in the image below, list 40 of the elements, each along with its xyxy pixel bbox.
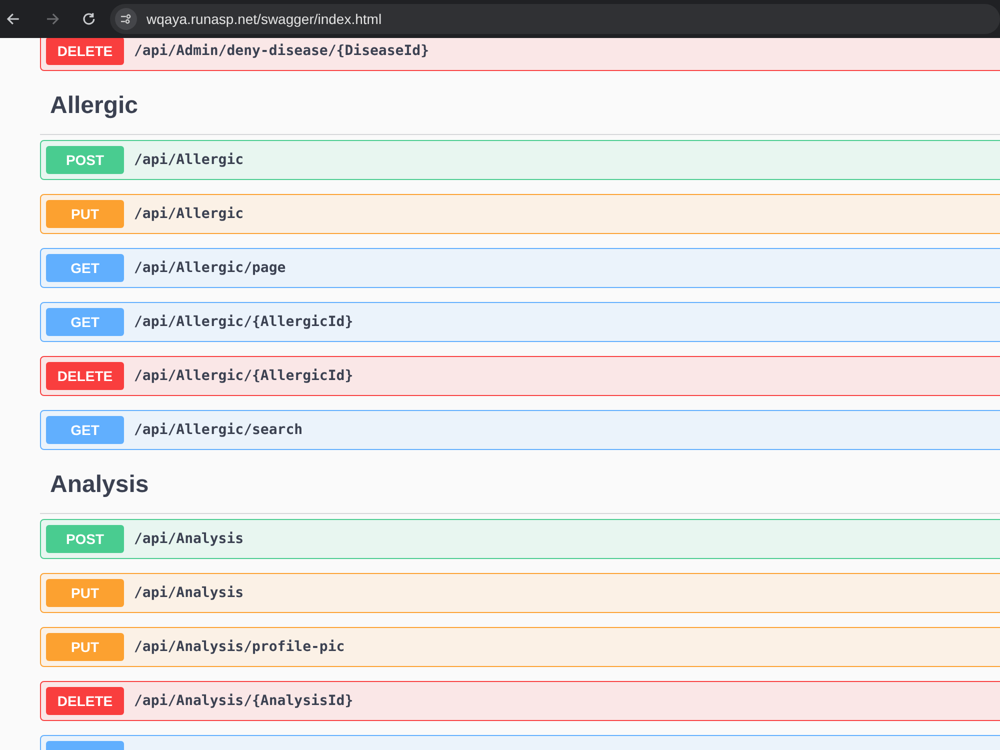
- endpoint-path: /api/Admin/deny-disease/{DiseaseId}: [134, 42, 430, 60]
- endpoint-path: /api/Allergic/{AllergicId}: [134, 312, 354, 332]
- endpoint-path: /api/Analysis: [134, 530, 244, 548]
- endpoint-path: /api/Analysis: [134, 584, 244, 602]
- endpoint-row[interactable]: GET /api/Allergic/search: [40, 410, 1000, 450]
- method-badge: DELETE: [46, 362, 124, 390]
- endpoint-path: /api/Allergic/page: [134, 258, 286, 278]
- method-badge: PUT: [46, 200, 124, 228]
- method-badge: PUT: [46, 579, 124, 607]
- endpoint-row[interactable]: POST /api/Analysis: [40, 519, 1000, 559]
- endpoint-row[interactable]: PUT /api/Analysis: [40, 573, 1000, 613]
- method-badge: DELETE: [46, 687, 124, 715]
- endpoint-path: /api/Allergic: [134, 150, 244, 170]
- back-icon[interactable]: [6, 12, 20, 26]
- method-badge: POST: [46, 525, 124, 553]
- site-settings-icon[interactable]: [114, 8, 137, 30]
- endpoint-path: /api/Analysis/{AnalysisId}: [134, 692, 354, 710]
- endpoint-row[interactable]: DELETE /api/Analysis/{AnalysisId}: [40, 681, 1000, 721]
- endpoint-row[interactable]: DELETE /api/Admin/deny-disease/{DiseaseId}: [40, 38, 1000, 71]
- endpoint-path: /api/Allergic/search: [134, 420, 303, 440]
- section-heading[interactable]: Allergic: [50, 88, 138, 124]
- endpoint-row[interactable]: GET /api/Allergic/{AllergicId}: [40, 302, 1000, 342]
- endpoint-path: /api/Analysis/profile-pic: [134, 638, 345, 656]
- endpoint-path: /api/Allergic/{AllergicId}: [134, 366, 354, 386]
- method-badge: PUT: [46, 633, 124, 661]
- endpoint-row[interactable]: PUT /api/Allergic: [40, 194, 1000, 234]
- endpoint-row[interactable]: POST /api/Allergic: [40, 140, 1000, 180]
- address-bar[interactable]: wqaya.runasp.net/swagger/index.html: [110, 4, 1000, 34]
- method-badge: DELETE: [46, 38, 124, 65]
- endpoint-row[interactable]: DELETE /api/Allergic/{AllergicId}: [40, 356, 1000, 396]
- method-badge: GET: [46, 254, 124, 282]
- endpoint-row[interactable]: GET /api/Allergic/page: [40, 248, 1000, 288]
- endpoint-path: /api/Allergic: [134, 204, 244, 224]
- section-heading[interactable]: Analysis: [50, 467, 149, 503]
- method-badge: GET: [46, 308, 124, 336]
- endpoint-row[interactable]: PUT /api/Analysis/profile-pic: [40, 627, 1000, 667]
- method-badge: POST: [46, 146, 124, 174]
- url-text: wqaya.runasp.net/swagger/index.html: [146, 10, 382, 29]
- reload-icon[interactable]: [82, 12, 96, 26]
- method-badge: GET: [46, 416, 124, 444]
